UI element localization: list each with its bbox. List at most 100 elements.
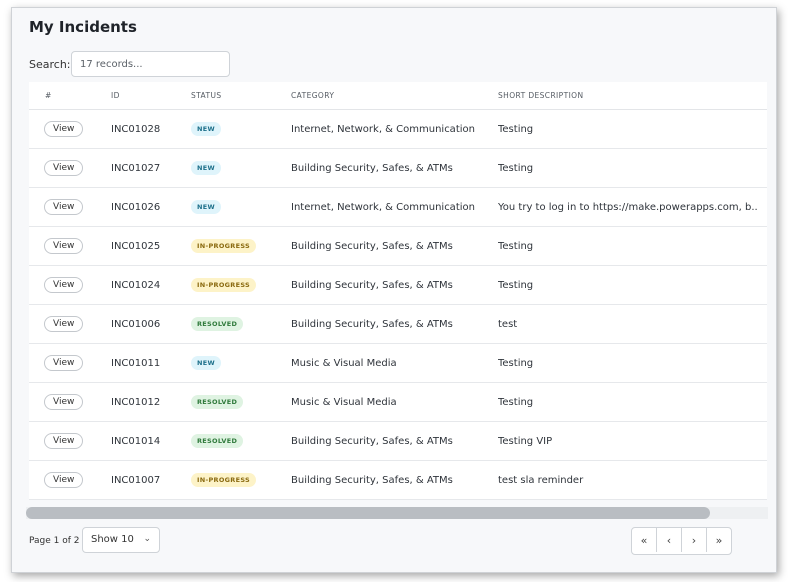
incident-short-description: Testing xyxy=(498,148,767,188)
table-row: View INC01011 NEW Music & Visual Media Testi… xyxy=(29,343,767,383)
incident-id: INC01006 xyxy=(111,304,191,344)
pagination-controls: «‹ ›» xyxy=(631,527,732,555)
status-cell: IN-PROGRESS xyxy=(191,226,291,266)
table-row: View INC01026 NEW Internet, Network, & Comm… xyxy=(29,187,767,227)
incidents-table: # ID STATUS CATEGORY SHORT DESCRIPTION V… xyxy=(29,82,767,500)
status-badge: RESOLVED xyxy=(191,434,244,448)
row-action-cell: View xyxy=(29,382,111,422)
incident-short-description: Testing xyxy=(498,109,767,149)
row-action-cell: View xyxy=(29,265,111,305)
row-action-cell: View xyxy=(29,187,111,227)
incident-category: Building Security, Safes, & ATMs xyxy=(291,460,498,500)
view-button[interactable]: View xyxy=(44,121,84,137)
incident-category: Internet, Network, & Communication xyxy=(291,109,498,149)
status-badge: RESOLVED xyxy=(191,395,244,409)
view-button[interactable]: View xyxy=(44,238,84,254)
column-header-category[interactable]: CATEGORY xyxy=(291,82,498,110)
table-header-row: # ID STATUS CATEGORY SHORT DESCRIPTION xyxy=(29,82,767,110)
incident-id: INC01027 xyxy=(111,148,191,188)
row-action-cell: View xyxy=(29,421,111,461)
view-button[interactable]: View xyxy=(44,160,84,176)
status-cell: NEW xyxy=(191,187,291,227)
view-button[interactable]: View xyxy=(44,472,84,488)
column-header-id[interactable]: ID xyxy=(111,82,191,110)
table-body: View INC01028 NEW Internet, Network, & Comm… xyxy=(29,109,767,500)
status-cell: NEW xyxy=(191,343,291,383)
status-badge: NEW xyxy=(191,200,221,214)
incident-category: Building Security, Safes, & ATMs xyxy=(291,421,498,461)
chevron-down-icon: ⌄ xyxy=(143,534,151,544)
incident-id: INC01028 xyxy=(111,109,191,149)
row-action-cell: View xyxy=(29,148,111,188)
page-size-select[interactable]: Show 10 ⌄ xyxy=(82,527,160,553)
status-cell: RESOLVED xyxy=(191,421,291,461)
search-label: Search: xyxy=(29,58,71,71)
incident-short-description: test sla reminder xyxy=(498,460,767,500)
last-page-icon[interactable]: » xyxy=(707,528,731,552)
prev-page-icon[interactable]: ‹ xyxy=(657,528,682,552)
incident-category: Building Security, Safes, & ATMs xyxy=(291,226,498,266)
row-action-cell: View xyxy=(29,304,111,344)
incident-id: INC01011 xyxy=(111,343,191,383)
incidents-panel: My Incidents Search: # ID STATUS CATEGOR… xyxy=(11,7,777,573)
view-button[interactable]: View xyxy=(44,277,84,293)
page-indicator: Page 1 of 2 xyxy=(29,536,80,546)
incident-category: Building Security, Safes, & ATMs xyxy=(291,148,498,188)
view-button[interactable]: View xyxy=(44,199,84,215)
status-cell: RESOLVED xyxy=(191,382,291,422)
table-row: View INC01007 IN-PROGRESS Building Security… xyxy=(29,460,767,500)
horizontal-scrollbar[interactable] xyxy=(26,507,768,519)
table-row: View INC01025 IN-PROGRESS Building Security… xyxy=(29,226,767,266)
incident-category: Music & Visual Media xyxy=(291,382,498,422)
incident-short-description: Testing xyxy=(498,382,767,422)
status-cell: NEW xyxy=(191,109,291,149)
table-row: View INC01014 RESOLVED Building Security, S… xyxy=(29,421,767,461)
incident-short-description: Testing xyxy=(498,265,767,305)
view-button[interactable]: View xyxy=(44,394,84,410)
table-row: View INC01012 RESOLVED Music & Visual Media… xyxy=(29,382,767,422)
status-cell: IN-PROGRESS xyxy=(191,460,291,500)
status-cell: NEW xyxy=(191,148,291,188)
incident-id: INC01007 xyxy=(111,460,191,500)
status-badge: NEW xyxy=(191,122,221,136)
row-action-cell: View xyxy=(29,460,111,500)
incident-id: INC01024 xyxy=(111,265,191,305)
incident-category: Building Security, Safes, & ATMs xyxy=(291,304,498,344)
column-header-number[interactable]: # xyxy=(29,82,111,110)
status-badge: IN-PROGRESS xyxy=(191,473,257,487)
status-badge: IN-PROGRESS xyxy=(191,278,257,292)
row-action-cell: View xyxy=(29,226,111,266)
view-button[interactable]: View xyxy=(44,355,84,371)
status-cell: IN-PROGRESS xyxy=(191,265,291,305)
table-row: View INC01006 RESOLVED Building Security, S… xyxy=(29,304,767,344)
table-row: View INC01024 IN-PROGRESS Building Security… xyxy=(29,265,767,305)
status-badge: NEW xyxy=(191,356,221,370)
incident-category: Music & Visual Media xyxy=(291,343,498,383)
column-header-short-description[interactable]: SHORT DESCRIPTION xyxy=(498,82,767,110)
status-badge: IN-PROGRESS xyxy=(191,239,257,253)
incident-short-description: Testing VIP xyxy=(498,421,767,461)
view-button[interactable]: View xyxy=(44,316,84,332)
incident-category: Building Security, Safes, & ATMs xyxy=(291,265,498,305)
incident-short-description: Testing xyxy=(498,226,767,266)
incident-id: INC01026 xyxy=(111,187,191,227)
page-size-value: Show 10 xyxy=(91,534,134,545)
column-header-status[interactable]: STATUS xyxy=(191,82,291,110)
view-button[interactable]: View xyxy=(44,433,84,449)
table-row: View INC01028 NEW Internet, Network, & Comm… xyxy=(29,109,767,149)
row-action-cell: View xyxy=(29,343,111,383)
search-input[interactable] xyxy=(71,51,230,77)
next-page-icon[interactable]: › xyxy=(682,528,707,552)
first-page-icon[interactable]: « xyxy=(632,528,657,552)
scrollbar-thumb[interactable] xyxy=(26,507,710,519)
status-badge: RESOLVED xyxy=(191,317,244,331)
page-title: My Incidents xyxy=(29,18,137,36)
table-row: View INC01027 NEW Building Security, Safes,… xyxy=(29,148,767,188)
incident-id: INC01014 xyxy=(111,421,191,461)
incident-short-description: test xyxy=(498,304,767,344)
incident-id: INC01025 xyxy=(111,226,191,266)
incident-id: INC01012 xyxy=(111,382,191,422)
row-action-cell: View xyxy=(29,109,111,149)
status-cell: RESOLVED xyxy=(191,304,291,344)
incident-category: Internet, Network, & Communication xyxy=(291,187,498,227)
